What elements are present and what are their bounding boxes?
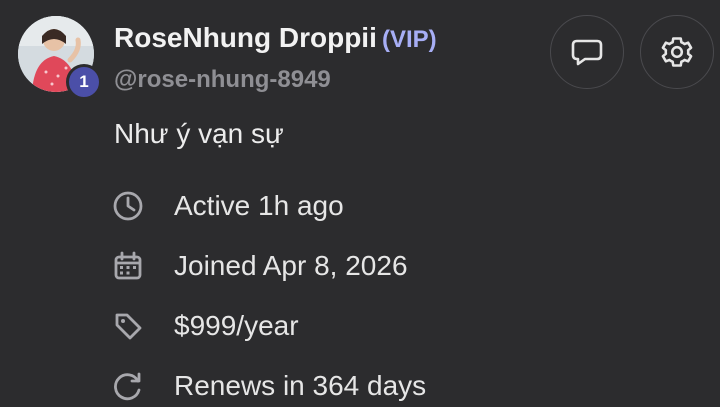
gear-icon	[661, 37, 693, 67]
info-row-price: $999/year	[110, 306, 299, 346]
active-status-text: Active 1h ago	[174, 190, 344, 221]
calendar-icon	[110, 248, 146, 284]
bio-text: Như ý vạn sự	[114, 118, 284, 149]
chat-bubble-icon	[571, 39, 603, 66]
price-tag-icon	[110, 308, 146, 344]
username: @rose-nhung-8949	[114, 66, 331, 93]
joined-date-text: Joined Apr 8, 2026	[174, 250, 408, 281]
clock-icon	[110, 188, 146, 224]
profile-header: 1 RoseNhung Droppii (VIP) @rose-nhung-89…	[0, 0, 720, 407]
renew-icon	[110, 368, 146, 404]
display-name: RoseNhung Droppii	[114, 22, 377, 53]
info-row-joined: Joined Apr 8, 2026	[110, 246, 408, 286]
price-text: $999/year	[174, 310, 299, 341]
info-row-renew: Renews in 364 days	[110, 366, 426, 406]
info-row-active: Active 1h ago	[110, 186, 344, 226]
rank-badge: 1	[66, 64, 102, 100]
renewal-text: Renews in 364 days	[174, 370, 427, 401]
settings-button[interactable]	[640, 15, 714, 89]
vip-badge: (VIP)	[382, 26, 437, 53]
message-button[interactable]	[550, 15, 624, 89]
